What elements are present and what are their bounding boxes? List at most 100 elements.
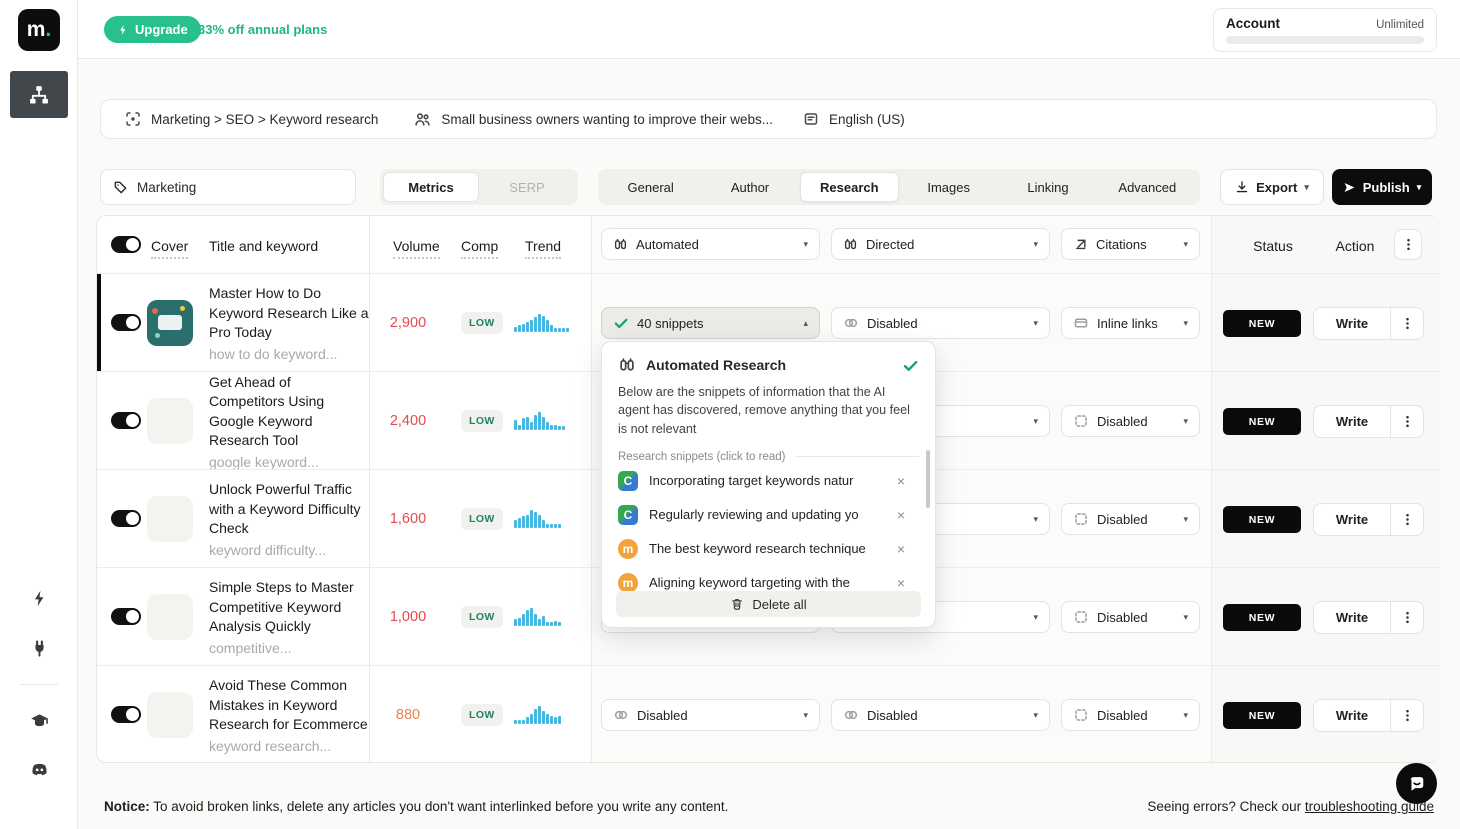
cover-placeholder[interactable] <box>147 594 193 640</box>
row-dropdown-citations[interactable]: Disabled ▾ <box>1061 699 1200 731</box>
write-button[interactable]: Write <box>1313 601 1391 634</box>
row-toggle[interactable] <box>111 314 141 331</box>
tab-advanced[interactable]: Advanced <box>1098 172 1197 202</box>
kebab-icon <box>1400 512 1415 527</box>
row-kebab-button[interactable] <box>1390 405 1424 438</box>
header-kebab-button[interactable] <box>1394 229 1422 260</box>
snippets-label: Research snippets (click to read) <box>618 450 786 463</box>
row-dropdown-research[interactable]: 40 snippets ▴ <box>601 307 820 339</box>
volume-value: 2,900 <box>389 315 427 331</box>
snippet-favicon: C <box>618 504 638 525</box>
view-option-serp[interactable]: SERP <box>479 172 575 202</box>
column-dropdown-directed[interactable]: Directed ▾ <box>831 228 1050 260</box>
article-keyword: keyword difficulty... <box>209 541 326 558</box>
research-snippet[interactable]: C Regularly reviewing and updating yo × <box>618 499 919 531</box>
research-snippet[interactable]: C Incorporating target keywords natur × <box>618 465 919 497</box>
close-icon[interactable]: × <box>897 507 905 523</box>
competition-badge: LOW <box>461 508 503 530</box>
row-dropdown-citations[interactable]: Disabled ▾ <box>1061 405 1200 437</box>
write-button[interactable]: Write <box>1313 503 1391 536</box>
chat-launcher[interactable] <box>1396 763 1437 804</box>
popup-scrollbar[interactable] <box>926 450 930 508</box>
row-toggle[interactable] <box>111 412 141 429</box>
article-keyword: keyword research... <box>209 737 332 754</box>
column-dropdown-citations[interactable]: Citations ▾ <box>1061 228 1200 260</box>
row-kebab-button[interactable] <box>1390 601 1424 634</box>
table-row: Avoid These Common Mistakes in Keyword R… <box>97 665 1440 763</box>
chevron-down-icon: ▾ <box>1183 611 1188 622</box>
sidebar-item-academy[interactable] <box>0 711 78 730</box>
discord-icon <box>30 760 49 779</box>
row-toggle[interactable] <box>111 510 141 527</box>
competition-badge: LOW <box>461 704 503 726</box>
sidebar-item-site-structure[interactable] <box>10 71 68 118</box>
write-button[interactable]: Write <box>1313 699 1391 732</box>
delete-all-button[interactable]: Delete all <box>616 591 921 617</box>
dashed-box-icon <box>1073 413 1089 429</box>
tab-author[interactable]: Author <box>700 172 799 202</box>
download-icon <box>1235 180 1249 194</box>
row-kebab-button[interactable] <box>1390 699 1424 732</box>
close-icon[interactable]: × <box>897 575 905 591</box>
snippet-favicon: m <box>618 572 638 593</box>
article-title: Master How to Do Keyword Research Like a… <box>209 285 369 341</box>
dashed-box-icon <box>1073 707 1089 723</box>
column-dropdown-automated[interactable]: Automated ▾ <box>601 228 820 260</box>
tab-images[interactable]: Images <box>899 172 998 202</box>
row-kebab-button[interactable] <box>1390 503 1424 536</box>
collection-chip[interactable]: Marketing <box>100 169 356 205</box>
sidebar-item-community[interactable] <box>0 760 78 779</box>
sidebar-item-activity[interactable] <box>0 589 78 608</box>
sidebar-item-integrations[interactable] <box>0 639 78 658</box>
articles-table: Cover Title and keyword Volume Comp Tren… <box>96 215 1440 763</box>
row-dropdown-citations[interactable]: Disabled ▾ <box>1061 503 1200 535</box>
article-keyword: google keyword... <box>209 453 319 470</box>
write-button[interactable]: Write <box>1313 405 1391 438</box>
chevron-down-icon: ▾ <box>1183 415 1188 426</box>
article-title: Get Ahead of Competitors Using Google Ke… <box>209 373 325 449</box>
tab-general[interactable]: General <box>601 172 700 202</box>
export-button[interactable]: Export ▾ <box>1220 169 1324 205</box>
graduation-cap-icon <box>30 711 49 730</box>
table-header: Cover Title and keyword Volume Comp Tren… <box>97 216 1440 273</box>
publish-button[interactable]: Publish ▾ <box>1332 169 1432 205</box>
row-dropdown-citations[interactable]: Inline links ▾ <box>1061 307 1200 339</box>
tab-research[interactable]: Research <box>799 172 899 202</box>
app-logo[interactable]: m. <box>18 9 60 51</box>
cover-placeholder[interactable] <box>147 692 193 738</box>
research-snippet[interactable]: m The best keyword research technique × <box>618 533 919 565</box>
context-bar: Marketing > SEO > Keyword research Small… <box>100 99 1437 139</box>
cover-image[interactable] <box>147 300 193 346</box>
row-dropdown-author[interactable]: Disabled ▾ <box>831 699 1050 731</box>
select-all-toggle[interactable] <box>111 236 141 253</box>
status-badge: NEW <box>1223 604 1301 631</box>
upgrade-button[interactable]: Upgrade <box>104 16 201 43</box>
close-icon[interactable]: × <box>897 541 905 557</box>
write-button[interactable]: Write <box>1313 307 1391 340</box>
context-language[interactable]: English (US) <box>803 111 905 127</box>
tab-linking[interactable]: Linking <box>998 172 1097 202</box>
row-dropdown-research[interactable]: Disabled ▾ <box>601 699 820 731</box>
volume-value: 880 <box>395 707 421 723</box>
binoculars-icon <box>843 237 858 252</box>
competition-badge: LOW <box>461 606 503 628</box>
row-dropdown-citations[interactable]: Disabled ▾ <box>1061 601 1200 633</box>
snippet-favicon: m <box>618 538 638 559</box>
row-toggle[interactable] <box>111 706 141 723</box>
row-toggle[interactable] <box>111 608 141 625</box>
view-option-metrics[interactable]: Metrics <box>383 172 479 202</box>
dashed-box-icon <box>1073 511 1089 527</box>
close-icon[interactable]: × <box>897 473 905 489</box>
snippet-favicon: C <box>618 470 638 491</box>
row-dropdown-author[interactable]: Disabled ▾ <box>831 307 1050 339</box>
context-project[interactable]: Marketing > SEO > Keyword research <box>125 111 378 127</box>
cover-placeholder[interactable] <box>147 398 193 444</box>
row-kebab-button[interactable] <box>1390 307 1424 340</box>
tab-bar: General Author Research Images Linking Advanc… <box>598 169 1200 205</box>
chevron-down-icon: ▾ <box>1183 513 1188 524</box>
account-card[interactable]: Account Unlimited <box>1213 8 1437 52</box>
context-audience[interactable]: Small business owners wanting to improve… <box>414 111 773 128</box>
cover-placeholder[interactable] <box>147 496 193 542</box>
sidebar: m. <box>0 0 78 829</box>
binoculars-icon <box>618 356 636 374</box>
